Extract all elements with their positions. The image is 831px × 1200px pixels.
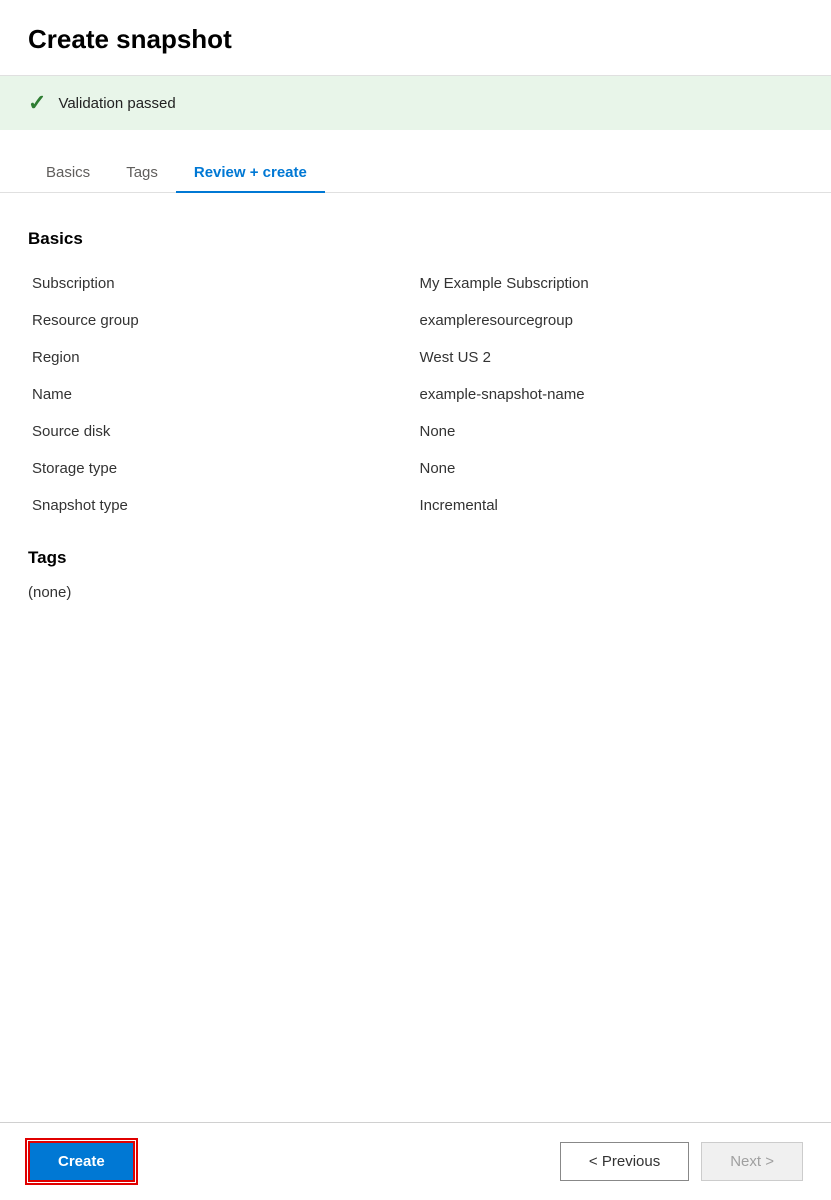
value-region: West US 2 — [416, 339, 804, 376]
label-subscription: Subscription — [28, 265, 416, 302]
value-resource-group: exampleresourcegroup — [416, 302, 804, 339]
previous-button[interactable]: < Previous — [560, 1142, 689, 1181]
table-row: Storage type None — [28, 450, 803, 487]
next-button: Next > — [701, 1142, 803, 1181]
table-row: Subscription My Example Subscription — [28, 265, 803, 302]
tab-basics[interactable]: Basics — [28, 154, 108, 193]
page-header: Create snapshot — [0, 0, 831, 76]
label-snapshot-type: Snapshot type — [28, 487, 416, 524]
page-title: Create snapshot — [28, 24, 803, 55]
label-storage-type: Storage type — [28, 450, 416, 487]
tags-section: Tags (none) — [28, 548, 803, 601]
table-row: Source disk None — [28, 413, 803, 450]
label-region: Region — [28, 339, 416, 376]
validation-banner: ✓ Validation passed — [0, 76, 831, 130]
table-row: Name example-snapshot-name — [28, 376, 803, 413]
table-row: Resource group exampleresourcegroup — [28, 302, 803, 339]
label-resource-group: Resource group — [28, 302, 416, 339]
table-row: Snapshot type Incremental — [28, 487, 803, 524]
footer-bar: Create < Previous Next > — [0, 1122, 831, 1200]
basics-section-title: Basics — [28, 229, 803, 249]
tags-value: (none) — [28, 584, 803, 601]
page-container: Create snapshot ✓ Validation passed Basi… — [0, 0, 831, 1200]
value-snapshot-type: Incremental — [416, 487, 804, 524]
tabs-container: Basics Tags Review + create — [0, 154, 831, 193]
label-name: Name — [28, 376, 416, 413]
table-row: Region West US 2 — [28, 339, 803, 376]
tab-review-create[interactable]: Review + create — [176, 154, 325, 193]
value-storage-type: None — [416, 450, 804, 487]
tab-tags[interactable]: Tags — [108, 154, 176, 193]
basics-review-table: Subscription My Example Subscription Res… — [28, 265, 803, 524]
value-name: example-snapshot-name — [416, 376, 804, 413]
value-subscription: My Example Subscription — [416, 265, 804, 302]
tags-section-title: Tags — [28, 548, 803, 568]
content-area: Basics Subscription My Example Subscript… — [0, 193, 831, 1122]
label-source-disk: Source disk — [28, 413, 416, 450]
validation-text: Validation passed — [58, 95, 175, 112]
create-button[interactable]: Create — [28, 1141, 135, 1182]
value-source-disk: None — [416, 413, 804, 450]
validation-check-icon: ✓ — [28, 92, 46, 114]
